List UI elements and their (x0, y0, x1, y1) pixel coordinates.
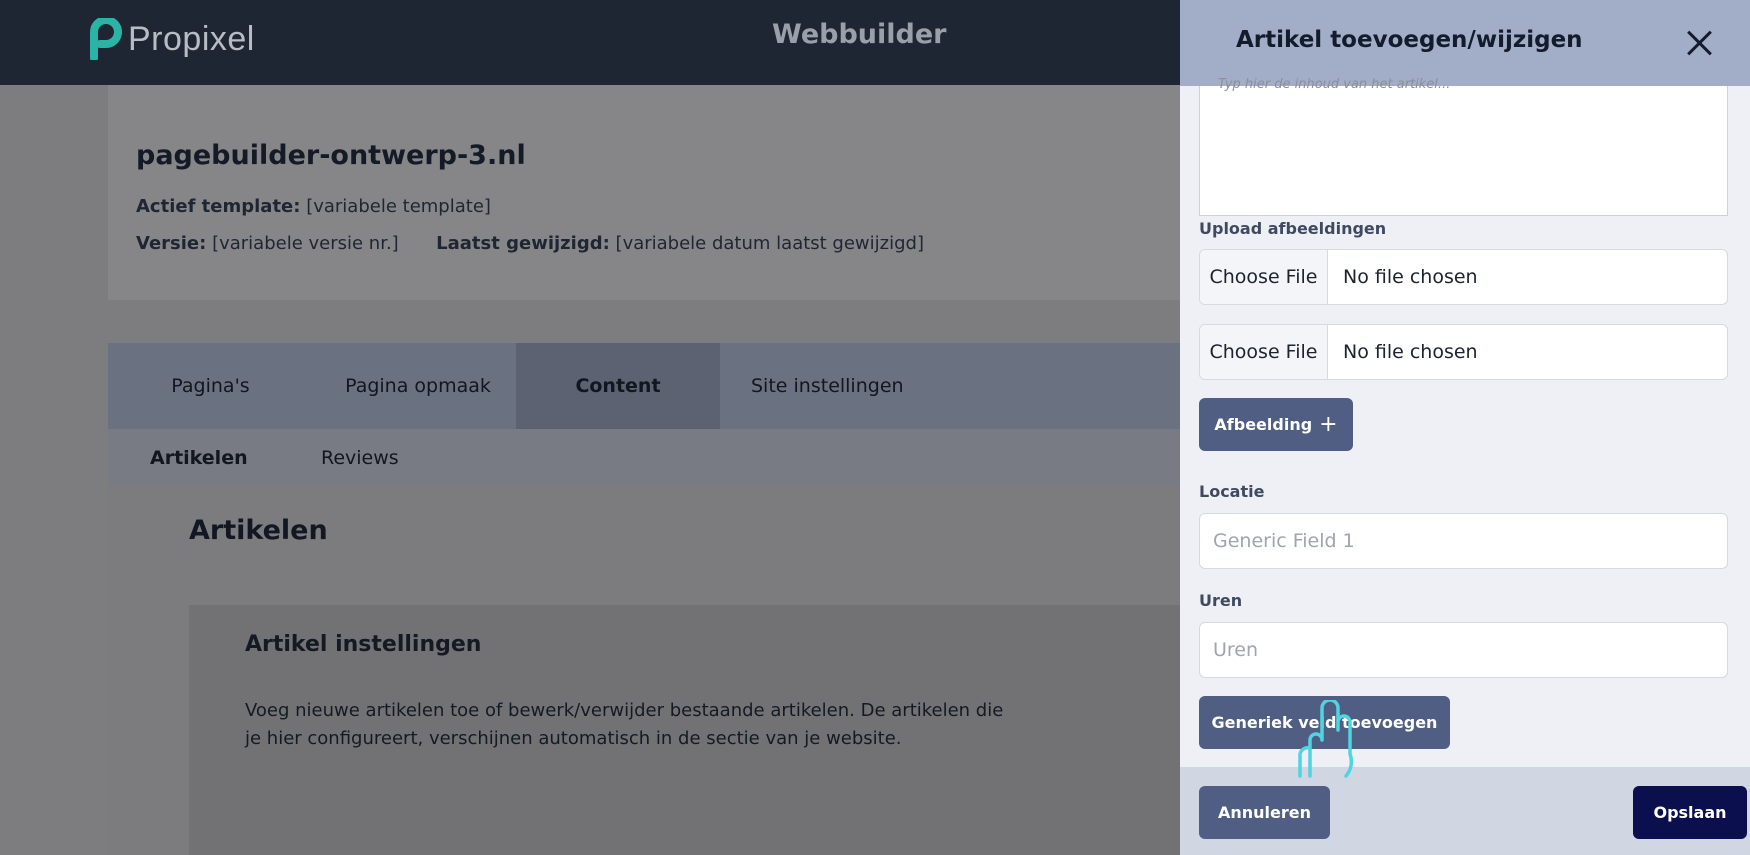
tab-paginas[interactable]: Pagina's (108, 343, 313, 429)
article-settings-description: Voeg nieuwe artikelen toe of bewerk/verw… (245, 700, 1004, 749)
tab-site-instellingen[interactable]: Site instellingen (720, 343, 920, 429)
active-template-value: [variabele template] (306, 196, 491, 217)
tab-content[interactable]: Content (516, 343, 720, 429)
file-status-2: No file chosen (1343, 341, 1478, 363)
section-title: Artikelen (189, 515, 328, 546)
tab-pagina-opmaak[interactable]: Pagina opmaak (313, 343, 523, 429)
article-content-textarea[interactable]: Typ hier de inhoud van het artikel... (1199, 77, 1728, 216)
panel-title: Artikel toevoegen/wijzigen (1236, 27, 1583, 53)
site-info-card (108, 85, 1180, 300)
add-generic-field-button[interactable]: Generiek veld toevoegen (1199, 696, 1450, 749)
sub-tab-bar: Artikelen Reviews (108, 429, 1180, 486)
location-label: Locatie (1199, 482, 1265, 501)
brand-logo[interactable]: Propixel (90, 18, 255, 60)
active-template-label: Actief template: (136, 196, 301, 217)
choose-file-button-1[interactable]: Choose File (1200, 250, 1328, 304)
main-tab-bar: Pagina's Pagina opmaak Content Site inst… (108, 343, 1180, 429)
save-button[interactable]: Opslaan (1633, 786, 1747, 839)
last-modified-value: [variabele datum laatst gewijzigd] (615, 233, 924, 254)
plus-icon: + (1319, 411, 1338, 437)
image-file-input-2[interactable]: Choose File No file chosen (1199, 324, 1728, 380)
add-image-label: Afbeelding (1214, 415, 1313, 434)
upload-images-label: Upload afbeeldingen (1199, 219, 1387, 238)
subtab-artikelen[interactable]: Artikelen (150, 429, 248, 486)
brand-name: Propixel (128, 19, 255, 58)
article-edit-panel: Artikel toevoegen/wijzigen Typ hier de i… (1180, 0, 1750, 855)
choose-file-button-2[interactable]: Choose File (1200, 325, 1328, 379)
panel-footer: Annuleren Opslaan (1180, 767, 1750, 855)
hours-label: Uren (1199, 591, 1243, 610)
version-line: Versie: [variabele versie nr.] Laatst ge… (136, 233, 924, 254)
add-image-button[interactable]: Afbeelding + (1199, 398, 1353, 451)
subtab-reviews[interactable]: Reviews (321, 429, 399, 486)
version-value: [variabele versie nr.] (212, 233, 399, 254)
file-status-1: No file chosen (1343, 266, 1478, 288)
last-modified-label: Laatst gewijzigd: (436, 233, 610, 254)
version-label: Versie: (136, 233, 207, 254)
propixel-logo-icon (90, 18, 122, 60)
active-template-line: Actief template: [variabele template] (136, 196, 491, 217)
image-file-input-1[interactable]: Choose File No file chosen (1199, 249, 1728, 305)
site-name: pagebuilder-ontwerp-3.nl (136, 140, 526, 171)
location-input[interactable] (1199, 513, 1728, 569)
app-title: Webbuilder (772, 19, 947, 50)
close-icon[interactable] (1686, 29, 1714, 57)
article-settings-title: Artikel instellingen (245, 632, 482, 657)
cancel-button[interactable]: Annuleren (1199, 786, 1330, 839)
panel-header: Artikel toevoegen/wijzigen (1180, 0, 1750, 86)
article-content-placeholder: Typ hier de inhoud van het artikel... (1218, 77, 1451, 92)
hours-input[interactable] (1199, 622, 1728, 678)
